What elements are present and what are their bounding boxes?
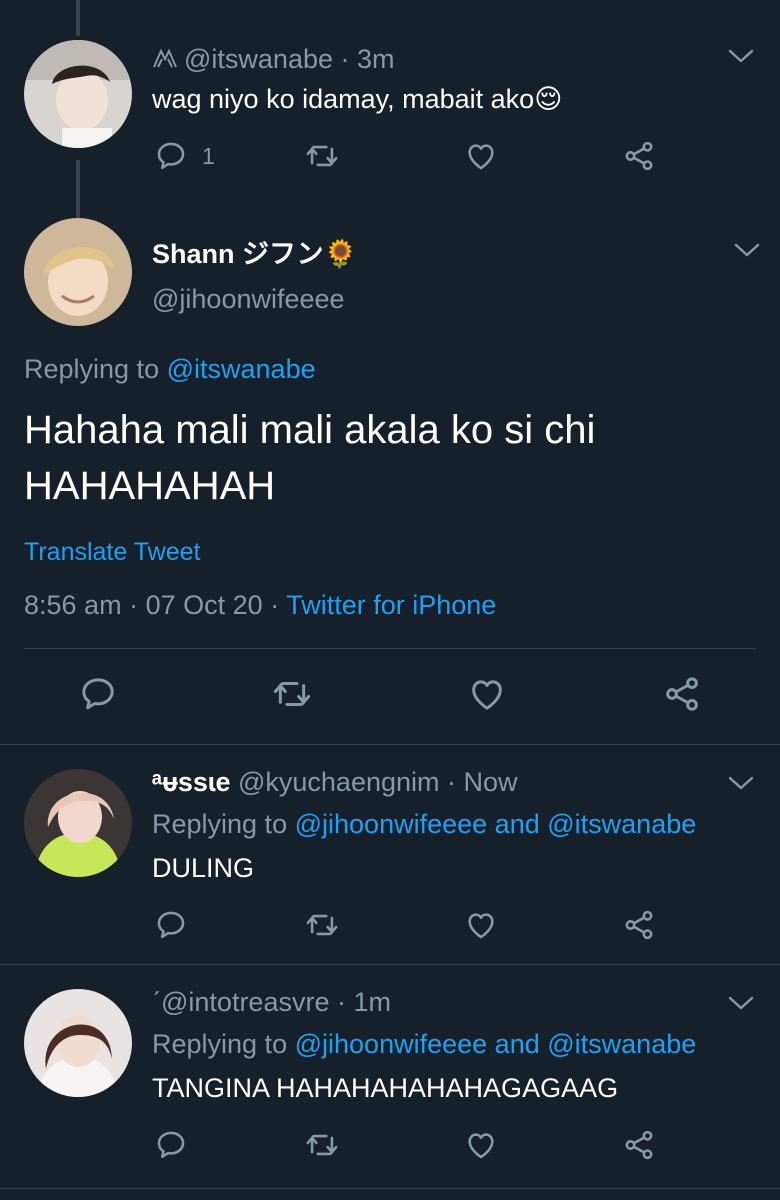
chevron-down-icon[interactable] [734, 242, 760, 258]
reply-handle[interactable]: @kyuchaengnim [238, 767, 440, 797]
display-name[interactable]: ˊ [152, 987, 161, 1017]
replying-to-link-2[interactable]: @itswanabe [547, 809, 696, 839]
display-name[interactable]: ᵃᵾssɩe [152, 767, 230, 797]
separator: · [337, 987, 346, 1017]
timestamp-row: 8:56 am · 07 Oct 20 · Twitter for iPhone [24, 590, 496, 621]
retweet-button[interactable] [304, 905, 340, 945]
share-icon [662, 674, 702, 714]
reply-button[interactable]: 1 [154, 136, 215, 176]
share-button[interactable] [662, 674, 702, 714]
like-icon [464, 908, 498, 942]
tweet-date: 07 Oct 20 [145, 590, 263, 620]
like-icon [464, 1128, 498, 1162]
like-icon [464, 139, 498, 173]
divider [0, 1188, 780, 1189]
like-button[interactable] [464, 136, 498, 176]
chevron-down-icon[interactable] [728, 775, 754, 791]
tweet-handle[interactable]: @itswanabe [184, 44, 333, 74]
avatar[interactable] [24, 989, 132, 1097]
like-button[interactable] [464, 1125, 498, 1165]
share-button[interactable] [622, 905, 656, 945]
replying-prefix: Replying to [152, 1029, 288, 1059]
separator: · [129, 590, 139, 620]
reply-tweet-intotreasvre[interactable]: ˊ@intotreasvre · 1m Replying to @jihoonw… [0, 965, 780, 1190]
tweet-time: 3m [357, 44, 395, 74]
retweet-icon [304, 139, 340, 173]
replying-to-line: Replying to @jihoonwifeeee and @itswanab… [152, 809, 696, 840]
focused-text: Hahaha mali mali akala ko si chi HAHAHAH… [24, 402, 595, 514]
replying-prefix: Replying to [152, 809, 288, 839]
display-name[interactable]: Shann ジフン [152, 239, 324, 269]
focused-actions [0, 674, 780, 718]
like-icon [467, 674, 507, 714]
replying-to-link-1[interactable]: @jihoonwifeeee [295, 809, 488, 839]
reply-button[interactable] [154, 905, 188, 945]
tweet-actions: 1 [152, 136, 672, 176]
reply-header: ˊ@intotreasvre · 1m [152, 987, 391, 1018]
replying-to-link-1[interactable]: @jihoonwifeeee [295, 1029, 488, 1059]
reply-icon [154, 139, 188, 173]
separator: · [270, 590, 280, 620]
focused-tweet: Shann ジフン🌻 @jihoonwifeeee Replying to @i… [0, 200, 780, 745]
retweet-icon [304, 908, 340, 942]
relieved-face-emoji: 😌 [534, 84, 563, 114]
reply-time: 1m [353, 987, 392, 1017]
retweet-button[interactable] [304, 1125, 340, 1165]
focused-text-line-1: Hahaha mali mali akala ko si chi [24, 408, 596, 452]
share-button[interactable] [622, 136, 656, 176]
replying-and: and [494, 809, 540, 839]
share-icon [622, 908, 656, 942]
reply-tweet-kyuchaengnim[interactable]: ᵃᵾssɩe @kyuchaengnim · Now Replying to @… [0, 745, 780, 965]
reply-header: ᵃᵾssɩe @kyuchaengnim · Now [152, 767, 518, 798]
focused-handle[interactable]: @jihoonwifeeee [152, 284, 345, 315]
retweet-icon [304, 1128, 340, 1162]
retweet-button[interactable] [304, 136, 340, 176]
separator: · [340, 44, 350, 74]
tweet-header: @itswanabe · 3m [152, 44, 395, 76]
like-button[interactable] [464, 905, 498, 945]
replying-prefix: Replying to [24, 354, 160, 384]
chevron-down-icon[interactable] [728, 995, 754, 1011]
sunflower-emoji: 🌻 [323, 239, 358, 269]
chevron-down-icon[interactable] [728, 48, 754, 64]
replying-and: and [494, 1029, 540, 1059]
share-icon [622, 139, 656, 173]
reply-text: DULING [152, 853, 255, 883]
reply-handle[interactable]: @intotreasvre [161, 987, 329, 1017]
reply-button[interactable] [78, 674, 118, 714]
reply-icon [78, 674, 118, 714]
translate-tweet-link[interactable]: Translate Tweet [24, 538, 200, 567]
replying-to-link-2[interactable]: @itswanabe [547, 1029, 696, 1059]
tweet-text: wag niyo ko idamay, mabait ako😌 [152, 84, 562, 115]
focused-text-line-2: HAHAHAHAH [24, 464, 276, 508]
reply-text: TANGINA HAHAHAHAHAHAGAGAAG [152, 1073, 619, 1103]
replying-to-link[interactable]: @itswanabe [167, 354, 316, 384]
replying-to-line: Replying to @itswanabe [24, 354, 316, 385]
reply-actions [152, 905, 672, 945]
reply-icon [154, 1128, 188, 1162]
divider [24, 648, 756, 649]
reply-icon [154, 908, 188, 942]
display-name-row: Shann ジフン🌻 [152, 232, 357, 271]
avatar[interactable] [24, 769, 132, 877]
separator: · [447, 767, 457, 797]
tweet-text-content: wag niyo ko idamay, mabait ako [152, 84, 535, 114]
share-button[interactable] [622, 1125, 656, 1165]
tweet-time: 8:56 am [24, 590, 122, 620]
badge-icon [152, 45, 184, 76]
tweet-source-link[interactable]: Twitter for iPhone [286, 590, 496, 620]
avatar[interactable] [24, 218, 132, 326]
retweet-icon [270, 674, 314, 714]
like-button[interactable] [467, 674, 507, 714]
retweet-button[interactable] [270, 674, 314, 714]
replying-to-line: Replying to @jihoonwifeeee and @itswanab… [152, 1029, 696, 1060]
avatar[interactable] [24, 40, 132, 148]
reply-actions [152, 1125, 672, 1165]
tweet-itswanabe[interactable]: @itswanabe · 3m wag niyo ko idamay, maba… [0, 0, 780, 200]
reply-count: 1 [202, 142, 215, 169]
reply-time: Now [463, 767, 518, 797]
reply-button[interactable] [154, 1125, 188, 1165]
share-icon [622, 1128, 656, 1162]
